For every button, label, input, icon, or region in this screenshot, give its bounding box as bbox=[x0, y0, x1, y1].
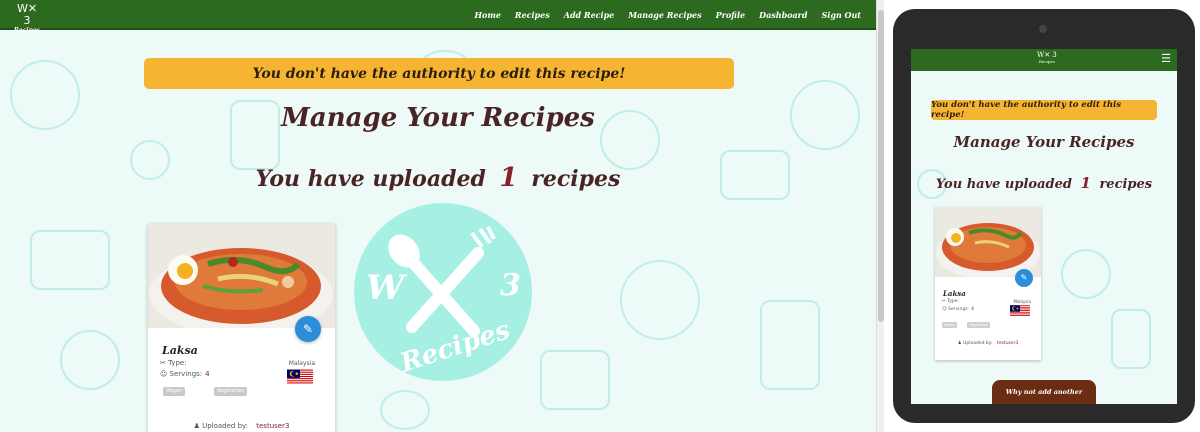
edit-recipe-button[interactable]: ✎ bbox=[295, 316, 321, 342]
users-icon: ☺ bbox=[942, 307, 947, 312]
tablet-recipe-type-label: Type: bbox=[947, 299, 960, 304]
desktop-viewport: W✕ 3 Recipes Home Recipes Add Recipe Man… bbox=[0, 0, 876, 432]
user-edit-icon: ✎ bbox=[1020, 273, 1028, 282]
tablet-screen: W✕ 3 Recipes ☰ You don't have the author… bbox=[911, 49, 1177, 404]
tablet-uploaded-count: 1 bbox=[1080, 174, 1091, 192]
background-doodle bbox=[30, 230, 110, 290]
background-doodle bbox=[620, 260, 700, 340]
tablet-uploader-name[interactable]: testuser3 bbox=[997, 341, 1018, 346]
utensils-icon: ✂ bbox=[942, 299, 946, 304]
nav-link-profile[interactable]: Profile bbox=[709, 10, 753, 20]
tablet-recipe-type: ✂ Type: bbox=[942, 299, 959, 304]
nav-link-manage-recipes[interactable]: Manage Recipes bbox=[621, 10, 708, 20]
logo-number-3: 3 bbox=[500, 268, 521, 303]
uploaded-suffix: recipes bbox=[531, 166, 621, 192]
tablet-edit-recipe-button[interactable]: ✎ bbox=[1015, 269, 1033, 287]
tablet-recipe-tag-vegetarian: Vegetarian bbox=[967, 322, 990, 328]
recipe-tag-vegan: Vegan bbox=[163, 387, 185, 396]
recipe-country: Malaysia bbox=[288, 360, 315, 367]
tablet-recipe-country: Malaysia bbox=[1013, 299, 1031, 304]
brand-text: Recipes bbox=[13, 27, 41, 34]
background-doodle bbox=[380, 390, 430, 430]
utensils-icon: ✂ bbox=[160, 359, 166, 367]
tablet-recipe-servings-label: Servings: bbox=[948, 307, 970, 312]
user-icon: ♟ bbox=[193, 422, 200, 430]
tablet-uploaded-by-label: Uploaded by: bbox=[963, 341, 993, 346]
background-doodle bbox=[1111, 309, 1151, 369]
recipe-name: Laksa bbox=[162, 344, 198, 357]
background-doodle bbox=[60, 330, 120, 390]
user-edit-icon: ✎ bbox=[302, 322, 314, 336]
user-icon: ♟ bbox=[957, 341, 962, 346]
uploaded-prefix: You have uploaded bbox=[255, 166, 486, 192]
tablet-device-frame: W✕ 3 Recipes ☰ You don't have the author… bbox=[893, 9, 1195, 423]
users-icon: ☺ bbox=[160, 370, 168, 378]
tablet-camera bbox=[1039, 25, 1047, 33]
tablet-brand-text: Recipes bbox=[1038, 59, 1055, 64]
background-doodle bbox=[1061, 249, 1111, 299]
tablet-navbar: W✕ 3 Recipes ☰ bbox=[911, 49, 1177, 71]
add-another-recipe-button[interactable]: Why not add another recipe? bbox=[992, 380, 1096, 404]
tablet-uploaded-prefix: You have uploaded bbox=[935, 177, 1072, 192]
recipe-image[interactable] bbox=[148, 224, 335, 328]
background-doodle bbox=[760, 300, 820, 390]
brand-mark: W✕ 3 bbox=[16, 2, 38, 27]
tablet-uploaded-suffix: recipes bbox=[1099, 177, 1153, 192]
nav-link-dashboard[interactable]: Dashboard bbox=[752, 10, 814, 20]
nav-link-sign-out[interactable]: Sign Out bbox=[815, 10, 869, 20]
top-navbar: W✕ 3 Recipes Home Recipes Add Recipe Man… bbox=[0, 0, 876, 35]
uploaded-count: 1 bbox=[499, 163, 518, 193]
recipe-servings: ☺ Servings: 4 bbox=[160, 370, 210, 378]
nav-link-recipes[interactable]: Recipes bbox=[508, 10, 557, 20]
nav-links: Home Recipes Add Recipe Manage Recipes P… bbox=[467, 0, 868, 30]
logo-letter-w: W bbox=[366, 268, 407, 308]
tablet-authority-alert: You don't have the authority to edit thi… bbox=[931, 100, 1157, 120]
recipe-type-label: Type: bbox=[168, 359, 187, 367]
page-title: Manage Your Recipes bbox=[281, 103, 595, 133]
malaysia-flag-icon bbox=[1010, 305, 1030, 317]
recipe-servings-label: Servings: bbox=[169, 370, 203, 378]
tablet-recipe-servings: ☺ Servings: 4 bbox=[942, 307, 974, 312]
recipe-tag-vegetarian: Vegetarian bbox=[214, 387, 248, 396]
hamburger-menu-icon[interactable]: ☰ bbox=[1161, 53, 1171, 65]
tablet-brand-mark: W✕ 3 bbox=[1037, 51, 1057, 59]
tablet-recipe-tag-vegan: Vegan bbox=[942, 322, 957, 328]
uploaded-count-heading: You have uploaded 1 recipes bbox=[0, 163, 876, 193]
w3-recipes-logo: W 3 Recipes bbox=[354, 203, 532, 381]
background-doodle bbox=[540, 350, 610, 410]
tablet-recipe-servings-value: 4 bbox=[971, 307, 974, 312]
tablet-recipe-card[interactable]: ✎ Laksa ✂ Type: ☺ Servings: 4 Malaysia V… bbox=[935, 207, 1041, 360]
uploaded-by-label: Uploaded by: bbox=[202, 422, 249, 430]
tablet-recipe-image[interactable] bbox=[935, 207, 1041, 277]
nav-link-home[interactable]: Home bbox=[467, 10, 507, 20]
uploader-name[interactable]: testuser3 bbox=[256, 422, 289, 430]
page-scrollbar[interactable] bbox=[876, 0, 884, 432]
tablet-uploaded-count-heading: You have uploaded 1 recipes bbox=[911, 174, 1177, 192]
tablet-brand-logo[interactable]: W✕ 3 Recipes bbox=[1037, 51, 1057, 64]
tablet-recipe-uploader: ♟ Uploaded by: testuser3 bbox=[935, 341, 1041, 346]
nav-link-add-recipe[interactable]: Add Recipe bbox=[557, 10, 622, 20]
recipe-uploader: ♟ Uploaded by: testuser3 bbox=[148, 422, 335, 430]
recipe-servings-value: 4 bbox=[205, 370, 210, 378]
brand-logo[interactable]: W✕ 3 Recipes bbox=[12, 2, 42, 35]
malaysia-flag-icon bbox=[287, 369, 313, 385]
recipe-card[interactable]: ✎ Laksa ✂ Type: ☺ Servings: 4 Malaysia Ve… bbox=[148, 224, 335, 432]
scrollbar-thumb[interactable] bbox=[878, 10, 884, 322]
recipe-type: ✂ Type: bbox=[160, 359, 187, 367]
tablet-page-title: Manage Your Recipes bbox=[953, 133, 1135, 151]
authority-alert: You don't have the authority to edit thi… bbox=[144, 58, 734, 89]
tablet-recipe-name: Laksa bbox=[943, 289, 966, 298]
